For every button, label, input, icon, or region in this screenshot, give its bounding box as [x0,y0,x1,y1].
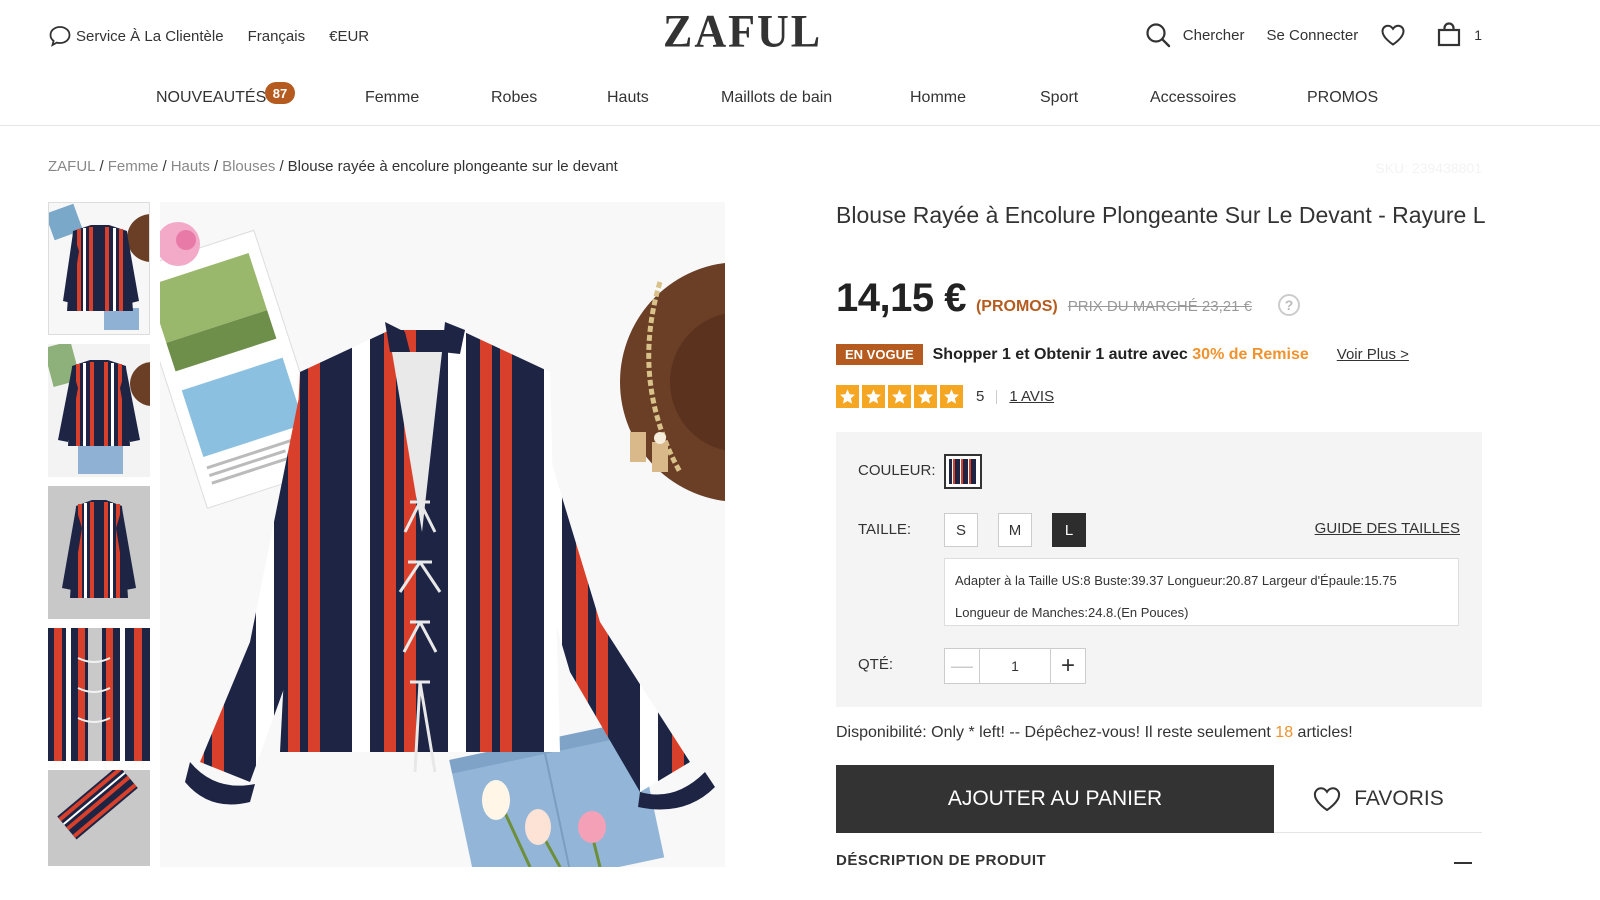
nav-item-promos[interactable]: PROMOS [1307,89,1378,107]
nav-item-homme[interactable]: Homme [910,89,966,107]
thumbnail-gallery [48,202,150,875]
nav-item-hauts[interactable]: Hauts [607,89,649,107]
customer-service-link[interactable]: Service À La Clientèle [48,24,224,48]
login-link[interactable]: Se Connecter [1266,27,1358,44]
new-items-badge: 87 [265,82,295,104]
thumbnail-1[interactable] [48,202,150,335]
availability-prefix: Disponibilité: Only * left! -- Dépêchez-… [836,724,1276,741]
price-row: 14,15 € (PROMOS) PRIX DU MARCHÉ 23,21 € [836,276,1252,321]
breadcrumb-blouses[interactable]: Blouses [222,158,275,175]
main-nav: NOUVEAUTÉS 87 Femme Robes Hauts Maillots… [0,76,1600,126]
promo-text: Shopper 1 et Obtenir 1 autre avec 30% de… [933,346,1309,364]
chat-bubble-icon [49,26,71,47]
star-icon [940,385,963,408]
nav-item-accessoires[interactable]: Accessoires [1150,89,1236,107]
search-label: Chercher [1182,26,1245,44]
currency-selector[interactable]: €EUR [329,28,369,45]
market-price: PRIX DU MARCHÉ 23,21 € [1067,298,1252,315]
promo-label: (PROMOS) [975,298,1058,315]
cart-count: 1 [1474,27,1482,43]
star-icon [836,385,859,408]
thumbnail-4[interactable] [48,628,150,761]
search-icon [1146,23,1170,48]
vogue-badge: EN VOGUE [836,344,923,365]
product-options: COULEUR: TAILLE: S M L GUIDE DES TAILLES… [836,432,1482,707]
heart-icon [1381,24,1405,46]
language-selector[interactable]: Français [248,28,306,45]
login-label: Se Connecter [1266,26,1359,44]
description-title: DÉSCRIPTION DE PRODUIT [836,852,1047,869]
availability-suffix: articles! [1293,724,1353,741]
star-icon [862,385,885,408]
breadcrumb-zaful[interactable]: ZAFUL [48,158,96,175]
add-to-cart-button[interactable]: AJOUTER AU PANIER [836,765,1274,833]
breadcrumb-current: Blouse rayée à encolure plongeante sur l… [287,158,618,175]
nav-item-robes[interactable]: Robes [491,89,537,107]
shopping-bag-icon [1438,22,1461,47]
size-info-box: Adapter à la Taille US:8 Buste:39.37 Lon… [944,558,1459,626]
description-header[interactable]: DÉSCRIPTION DE PRODUIT [836,852,1482,870]
size-button-m[interactable]: M [998,513,1032,547]
promo-row: EN VOGUE Shopper 1 et Obtenir 1 autre av… [836,344,1409,365]
favorites-label: FAVORIS [1354,786,1444,810]
breadcrumb-femme[interactable]: Femme [108,158,159,175]
rating-divider [996,389,998,404]
search-button[interactable]: Chercher [1145,22,1245,48]
stock-count: 18 [1275,724,1294,741]
availability-text: Disponibilité: Only * left! -- Dépêchez-… [836,724,1353,742]
color-label: COULEUR: [858,462,936,479]
thumbnail-5[interactable] [48,770,150,866]
size-guide-link[interactable]: GUIDE DES TAILLES [1315,520,1460,537]
nav-item-femme[interactable]: Femme [365,89,419,107]
sku-label: SKU: 239438801 [1375,160,1482,176]
star-icon [914,385,937,408]
size-button-l[interactable]: L [1052,513,1086,547]
nav-item-nouveautes[interactable]: NOUVEAUTÉS [156,89,266,107]
thumbnail-3[interactable] [48,486,150,619]
nav-item-maillots[interactable]: Maillots de bain [721,89,832,107]
see-more-link[interactable]: Voir Plus > [1337,346,1409,363]
collapse-icon[interactable] [1454,862,1472,864]
product-title: Blouse Rayée à Encolure Plongeante Sur L… [836,202,1486,228]
favorites-button[interactable]: FAVORIS [1274,765,1482,833]
quantity-stepper: — 1 + [944,648,1086,684]
promo-discount: 30% de Remise [1192,345,1309,363]
help-icon[interactable]: ? [1278,294,1300,316]
top-left-links: Service À La Clientèle Français €EUR [48,24,393,48]
size-label: TAILLE: [858,521,912,538]
rating-row: 5 1 AVIS [836,385,1054,408]
breadcrumb: ZAFUL / Femme / Hauts / Blouses / Blouse rayée à… [48,158,618,175]
reviews-link[interactable]: 1 AVIS [1009,388,1054,405]
top-bar: Service À La Clientèle Français €EUR ZAF… [0,0,1600,70]
promo-text-main: Shopper 1 et Obtenir 1 autre avec [932,345,1193,363]
quantity-input[interactable]: 1 [979,649,1051,683]
quantity-increase-button[interactable]: + [1051,649,1085,683]
cart-button[interactable]: 1 [1436,22,1482,48]
rating-value: 5 [976,388,985,405]
site-logo[interactable]: ZAFUL [663,5,822,59]
star-rating [836,385,966,408]
breadcrumb-hauts[interactable]: Hauts [171,158,210,175]
main-product-image[interactable] [160,202,725,867]
nav-item-sport[interactable]: Sport [1040,89,1078,107]
star-icon [888,385,911,408]
quantity-decrease-button[interactable]: — [945,649,979,683]
current-price: 14,15 € [836,276,966,320]
customer-service-label: Service À La Clientèle [76,27,224,45]
quantity-label: QTÉ: [858,656,894,673]
thumbnail-2[interactable] [48,344,150,477]
currency-label: €EUR [329,27,370,45]
language-label: Français [247,27,306,45]
size-button-s[interactable]: S [944,513,978,547]
top-right-links: Chercher Se Connecter 1 [1123,22,1482,48]
heart-icon [1314,786,1341,811]
color-swatch[interactable] [944,454,982,489]
wishlist-button[interactable] [1380,23,1406,47]
